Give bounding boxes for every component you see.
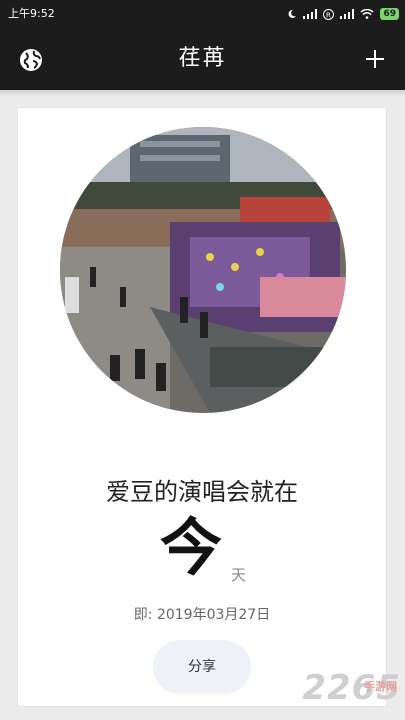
status-time: 上午9:52 xyxy=(8,7,55,20)
wifi-icon xyxy=(360,9,374,19)
countdown-headline: 爱豆的演唱会就在 xyxy=(106,478,298,506)
appbar-shadow xyxy=(0,90,405,96)
svg-text:R: R xyxy=(326,11,331,19)
event-date: 即: 2019年03月27日 xyxy=(133,607,271,623)
r-badge-icon: R xyxy=(323,8,335,20)
app-bar: 荏苒 xyxy=(0,28,405,90)
status-icons: R 69 xyxy=(287,0,399,28)
signal-icon xyxy=(303,9,318,19)
share-button[interactable]: 分享 xyxy=(153,640,251,694)
watermark-sub: 手游网 xyxy=(364,680,397,693)
countdown-value: 今 xyxy=(160,511,223,584)
event-photo xyxy=(60,127,346,413)
moon-icon xyxy=(289,9,297,18)
app-title: 荏苒 xyxy=(178,46,227,71)
countdown-unit: 天 xyxy=(231,566,247,584)
countdown-card[interactable]: 爱豆的演唱会就在 今 天 即: 2019年03月27日 分享 xyxy=(17,107,387,707)
status-bar: 上午9:52 R 69 xyxy=(0,0,405,28)
battery-indicator: 69 xyxy=(380,8,399,20)
signal-icon-2 xyxy=(340,9,355,19)
add-icon[interactable] xyxy=(363,47,387,71)
